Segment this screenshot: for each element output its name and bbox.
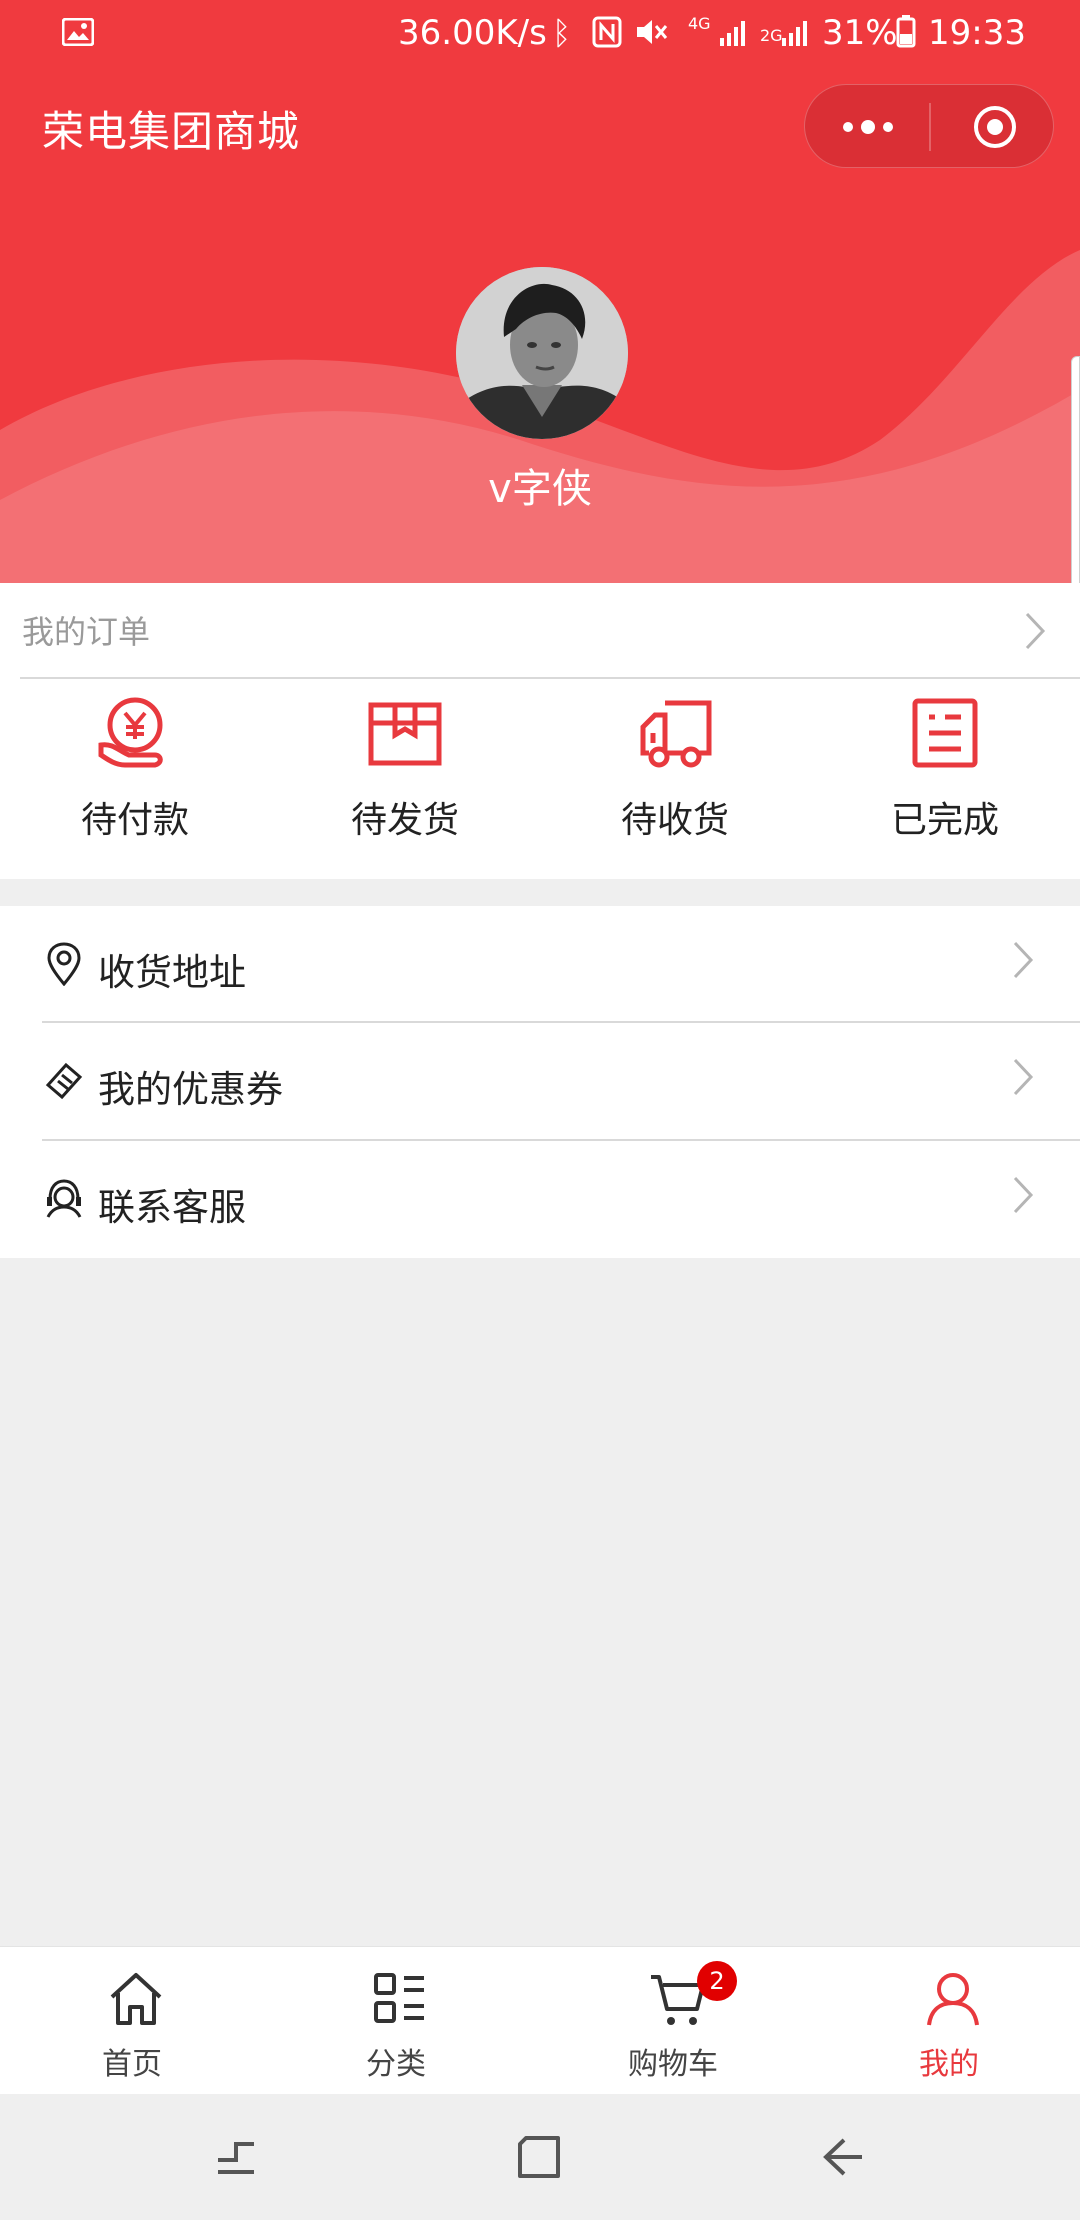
menu-label: 我的优惠券: [98, 1068, 283, 1111]
orders-header[interactable]: 我的订单: [0, 583, 1080, 677]
bottom-tab-bar: 首页 分类 2 购物车 我的: [0, 1946, 1080, 2094]
order-item-completed[interactable]: 已完成: [845, 693, 1045, 863]
nfc-icon: [592, 16, 622, 48]
order-item-pending-shipment[interactable]: 待发货: [305, 693, 505, 863]
menu-item-coupons[interactable]: 我的优惠券: [0, 1023, 1080, 1141]
coupon-icon: [45, 1062, 83, 1100]
menu-item-customer-service[interactable]: 联系客服: [0, 1141, 1080, 1259]
order-item-pending-payment[interactable]: 待付款: [35, 693, 235, 863]
package-icon: [368, 702, 442, 766]
close-miniprogram-icon[interactable]: [971, 103, 1019, 151]
order-label: 待收货: [620, 800, 729, 841]
menu-label: 收货地址: [98, 951, 246, 994]
tab-label: 首页: [102, 2047, 162, 2082]
system-navigation-bar: [0, 2094, 1080, 2220]
tab-home[interactable]: 首页: [22, 1947, 242, 2095]
home-nav-icon[interactable]: [516, 2134, 562, 2180]
chevron-right-icon: [1025, 612, 1046, 650]
customer-service-icon: [46, 1179, 82, 1218]
signal-icon-secondary: [782, 21, 807, 46]
completed-list-icon: [912, 698, 978, 768]
location-pin-icon: [47, 942, 81, 986]
status-bar: 36.00K/s ᛒ 4G 2G 31% 19:33: [0, 0, 1080, 66]
orders-divider: [20, 677, 1080, 679]
chevron-right-icon: [1013, 1176, 1034, 1214]
clock: 19:33: [928, 13, 1026, 53]
menu-label: 联系客服: [98, 1186, 246, 1229]
battery-icon: [896, 15, 916, 48]
back-nav-icon[interactable]: [820, 2134, 866, 2180]
tab-label: 我的: [919, 2047, 979, 2082]
chevron-right-icon: [1013, 941, 1034, 979]
tab-cart[interactable]: 2 购物车: [563, 1947, 783, 2095]
order-label: 待发货: [350, 800, 459, 841]
recent-apps-icon[interactable]: [214, 2136, 258, 2180]
home-icon: [110, 1973, 162, 2025]
signal-icon: [720, 21, 745, 46]
order-label: 待付款: [80, 800, 189, 841]
bluetooth-icon: ᛒ: [552, 14, 572, 52]
order-item-pending-receipt[interactable]: 待收货: [575, 693, 775, 863]
menu-list: 收货地址 我的优惠券 联系客服: [0, 906, 1080, 1258]
tab-label: 购物车: [628, 2047, 718, 2082]
app-title: 荣电集团商城: [42, 107, 301, 156]
avatar-photo: [456, 267, 628, 439]
tab-mine[interactable]: 我的: [839, 1947, 1059, 2095]
orders-card: 我的订单 待付款 待发货 待收货 已完成: [0, 583, 1080, 879]
network-type-4g: 4G: [688, 14, 711, 33]
menu-item-address[interactable]: 收货地址: [0, 906, 1080, 1024]
category-icon: [374, 1973, 424, 2023]
more-options-icon[interactable]: [841, 113, 895, 141]
order-label: 已完成: [890, 800, 999, 841]
tab-label: 分类: [366, 2047, 426, 2082]
user-icon: [927, 1973, 979, 2026]
network-speed: 36.00K/s: [398, 13, 547, 53]
payment-pending-icon: [98, 697, 163, 768]
profile-header: 36.00K/s ᛒ 4G 2G 31% 19:33 荣电集团商城 v字侠: [0, 0, 1080, 583]
gallery-icon: [62, 18, 94, 46]
delivery-truck-icon: [640, 700, 712, 768]
chevron-right-icon: [1013, 1058, 1034, 1096]
cart-badge: 2: [697, 1961, 737, 2001]
avatar[interactable]: [456, 267, 628, 439]
orders-title: 我的订单: [22, 613, 151, 651]
tab-category[interactable]: 分类: [286, 1947, 506, 2095]
battery-percent: 31%: [822, 13, 898, 53]
miniprogram-capsule: [804, 84, 1054, 168]
capsule-divider: [929, 103, 931, 151]
username: v字侠: [488, 466, 592, 512]
mute-icon: [637, 20, 668, 44]
